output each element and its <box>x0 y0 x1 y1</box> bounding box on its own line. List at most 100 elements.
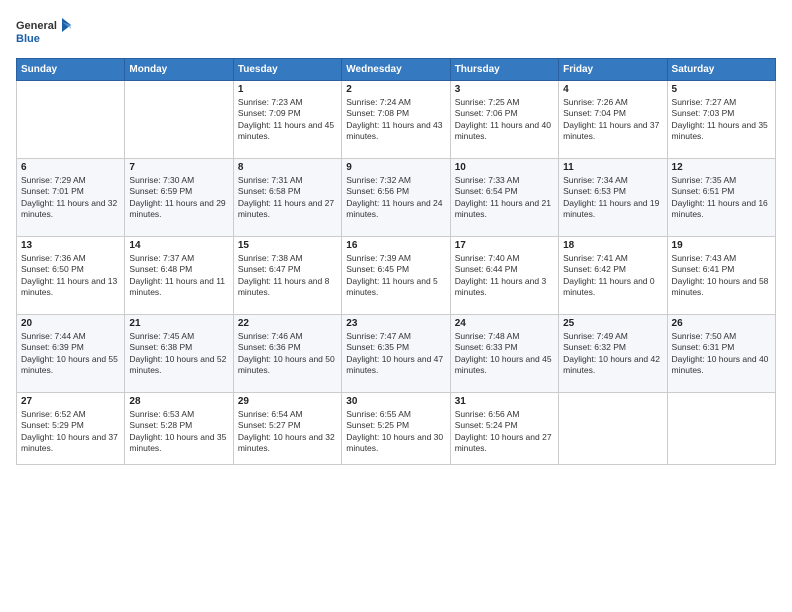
calendar-cell: 17Sunrise: 7:40 AM Sunset: 6:44 PM Dayli… <box>450 237 558 315</box>
cell-content: Sunrise: 7:45 AM Sunset: 6:38 PM Dayligh… <box>129 331 228 377</box>
calendar-cell: 16 Sunrise: 7:39 AM Sunset: 6:45 PM Dayli… <box>342 237 450 315</box>
day-number: 11 <box>563 162 662 173</box>
day-number: 27 <box>21 396 120 407</box>
calendar-cell: 30 Sunrise: 6:55 AM Sunset: 5:25 PM Dayli… <box>342 393 450 465</box>
week-row-5: 27 Sunrise: 6:52 AM Sunset: 5:29 PM Dayli… <box>17 393 776 465</box>
calendar-table: SundayMondayTuesdayWednesdayThursdayFrid… <box>16 58 776 465</box>
svg-text:General: General <box>16 20 57 32</box>
calendar-cell: 19Sunrise: 7:43 AM Sunset: 6:41 PM Dayli… <box>667 237 775 315</box>
day-number: 20 <box>21 318 120 329</box>
calendar-cell: 7Sunrise: 7:30 AM Sunset: 6:59 PM Daylig… <box>125 159 233 237</box>
day-number: 23 <box>346 318 445 329</box>
calendar-cell: 26 Sunrise: 7:50 AM Sunset: 6:31 PM Dayli… <box>667 315 775 393</box>
cell-content: Sunrise: 7:27 AM Sunset: 7:03 PM Dayligh… <box>672 97 771 143</box>
calendar-cell: 6 Sunrise: 7:29 AM Sunset: 7:01 PM Daylig… <box>17 159 125 237</box>
cell-content: Sunrise: 7:25 AM Sunset: 7:06 PM Dayligh… <box>455 97 554 143</box>
cell-content: Sunrise: 7:30 AM Sunset: 6:59 PM Dayligh… <box>129 175 228 221</box>
day-number: 24 <box>455 318 554 329</box>
weekday-header-monday: Monday <box>125 59 233 81</box>
cell-content: Sunrise: 7:31 AM Sunset: 6:58 PM Dayligh… <box>238 175 337 221</box>
logo-svg: General Blue <box>16 16 71 48</box>
day-number: 26 <box>672 318 771 329</box>
week-row-4: 20 Sunrise: 7:44 AM Sunset: 6:39 PM Dayli… <box>17 315 776 393</box>
calendar-cell: 23 Sunrise: 7:47 AM Sunset: 6:35 PM Dayli… <box>342 315 450 393</box>
week-row-3: 13 Sunrise: 7:36 AM Sunset: 6:50 PM Dayli… <box>17 237 776 315</box>
cell-content: Sunrise: 7:39 AM Sunset: 6:45 PM Dayligh… <box>346 253 445 299</box>
calendar-cell: 1 Sunrise: 7:23 AM Sunset: 7:09 PM Daylig… <box>233 81 341 159</box>
weekday-header-thursday: Thursday <box>450 59 558 81</box>
day-number: 18 <box>563 240 662 251</box>
calendar-cell: 25 Sunrise: 7:49 AM Sunset: 6:32 PM Dayli… <box>559 315 667 393</box>
calendar-cell: 22 Sunrise: 7:46 AM Sunset: 6:36 PM Dayli… <box>233 315 341 393</box>
svg-text:Blue: Blue <box>16 33 40 45</box>
logo: General Blue <box>16 16 71 48</box>
calendar-cell: 18 Sunrise: 7:41 AM Sunset: 6:42 PM Dayli… <box>559 237 667 315</box>
calendar-cell: 8 Sunrise: 7:31 AM Sunset: 6:58 PM Daylig… <box>233 159 341 237</box>
cell-content: Sunrise: 7:23 AM Sunset: 7:09 PM Dayligh… <box>238 97 337 143</box>
day-number: 22 <box>238 318 337 329</box>
weekday-header-friday: Friday <box>559 59 667 81</box>
calendar-cell: 9Sunrise: 7:32 AM Sunset: 6:56 PM Daylig… <box>342 159 450 237</box>
cell-content: Sunrise: 7:46 AM Sunset: 6:36 PM Dayligh… <box>238 331 337 377</box>
day-number: 25 <box>563 318 662 329</box>
day-number: 13 <box>21 240 120 251</box>
cell-content: Sunrise: 7:34 AM Sunset: 6:53 PM Dayligh… <box>563 175 662 221</box>
calendar-cell: 13 Sunrise: 7:36 AM Sunset: 6:50 PM Dayli… <box>17 237 125 315</box>
calendar-cell: 10Sunrise: 7:33 AM Sunset: 6:54 PM Dayli… <box>450 159 558 237</box>
cell-content: Sunrise: 6:52 AM Sunset: 5:29 PM Dayligh… <box>21 409 120 455</box>
day-number: 1 <box>238 84 337 95</box>
day-number: 14 <box>129 240 228 251</box>
calendar-cell: 5 Sunrise: 7:27 AM Sunset: 7:03 PM Daylig… <box>667 81 775 159</box>
cell-content: Sunrise: 7:35 AM Sunset: 6:51 PM Dayligh… <box>672 175 771 221</box>
cell-content: Sunrise: 7:50 AM Sunset: 6:31 PM Dayligh… <box>672 331 771 377</box>
calendar-cell: 15Sunrise: 7:38 AM Sunset: 6:47 PM Dayli… <box>233 237 341 315</box>
page: General Blue SundayMondayTuesdayWednesda… <box>0 0 792 612</box>
calendar-cell: 28 Sunrise: 6:53 AM Sunset: 5:28 PM Dayli… <box>125 393 233 465</box>
cell-content: Sunrise: 6:55 AM Sunset: 5:25 PM Dayligh… <box>346 409 445 455</box>
cell-content: Sunrise: 6:53 AM Sunset: 5:28 PM Dayligh… <box>129 409 228 455</box>
day-number: 8 <box>238 162 337 173</box>
cell-content: Sunrise: 7:36 AM Sunset: 6:50 PM Dayligh… <box>21 253 120 299</box>
day-number: 4 <box>563 84 662 95</box>
day-number: 12 <box>672 162 771 173</box>
cell-content: Sunrise: 7:48 AM Sunset: 6:33 PM Dayligh… <box>455 331 554 377</box>
cell-content: Sunrise: 7:38 AM Sunset: 6:47 PM Dayligh… <box>238 253 337 299</box>
cell-content: Sunrise: 7:26 AM Sunset: 7:04 PM Dayligh… <box>563 97 662 143</box>
week-row-2: 6 Sunrise: 7:29 AM Sunset: 7:01 PM Daylig… <box>17 159 776 237</box>
calendar-cell <box>667 393 775 465</box>
day-number: 17 <box>455 240 554 251</box>
calendar-cell <box>17 81 125 159</box>
cell-content: Sunrise: 7:44 AM Sunset: 6:39 PM Dayligh… <box>21 331 120 377</box>
cell-content: Sunrise: 7:37 AM Sunset: 6:48 PM Dayligh… <box>129 253 228 299</box>
weekday-header-wednesday: Wednesday <box>342 59 450 81</box>
weekday-header-row: SundayMondayTuesdayWednesdayThursdayFrid… <box>17 59 776 81</box>
day-number: 9 <box>346 162 445 173</box>
cell-content: Sunrise: 7:47 AM Sunset: 6:35 PM Dayligh… <box>346 331 445 377</box>
calendar-cell: 31 Sunrise: 6:56 AM Sunset: 5:24 PM Dayli… <box>450 393 558 465</box>
cell-content: Sunrise: 7:29 AM Sunset: 7:01 PM Dayligh… <box>21 175 120 221</box>
calendar-cell <box>559 393 667 465</box>
weekday-header-tuesday: Tuesday <box>233 59 341 81</box>
day-number: 6 <box>21 162 120 173</box>
day-number: 31 <box>455 396 554 407</box>
day-number: 5 <box>672 84 771 95</box>
calendar-cell: 4 Sunrise: 7:26 AM Sunset: 7:04 PM Daylig… <box>559 81 667 159</box>
calendar-cell <box>125 81 233 159</box>
day-number: 28 <box>129 396 228 407</box>
day-number: 19 <box>672 240 771 251</box>
day-number: 3 <box>455 84 554 95</box>
day-number: 16 <box>346 240 445 251</box>
calendar-cell: 11 Sunrise: 7:34 AM Sunset: 6:53 PM Dayli… <box>559 159 667 237</box>
cell-content: Sunrise: 7:49 AM Sunset: 6:32 PM Dayligh… <box>563 331 662 377</box>
weekday-header-sunday: Sunday <box>17 59 125 81</box>
calendar-cell: 12 Sunrise: 7:35 AM Sunset: 6:51 PM Dayli… <box>667 159 775 237</box>
day-number: 29 <box>238 396 337 407</box>
cell-content: Sunrise: 6:54 AM Sunset: 5:27 PM Dayligh… <box>238 409 337 455</box>
week-row-1: 1 Sunrise: 7:23 AM Sunset: 7:09 PM Daylig… <box>17 81 776 159</box>
cell-content: Sunrise: 6:56 AM Sunset: 5:24 PM Dayligh… <box>455 409 554 455</box>
cell-content: Sunrise: 7:41 AM Sunset: 6:42 PM Dayligh… <box>563 253 662 299</box>
day-number: 30 <box>346 396 445 407</box>
calendar-cell: 14 Sunrise: 7:37 AM Sunset: 6:48 PM Dayli… <box>125 237 233 315</box>
calendar-cell: 21Sunrise: 7:45 AM Sunset: 6:38 PM Dayli… <box>125 315 233 393</box>
weekday-header-saturday: Saturday <box>667 59 775 81</box>
